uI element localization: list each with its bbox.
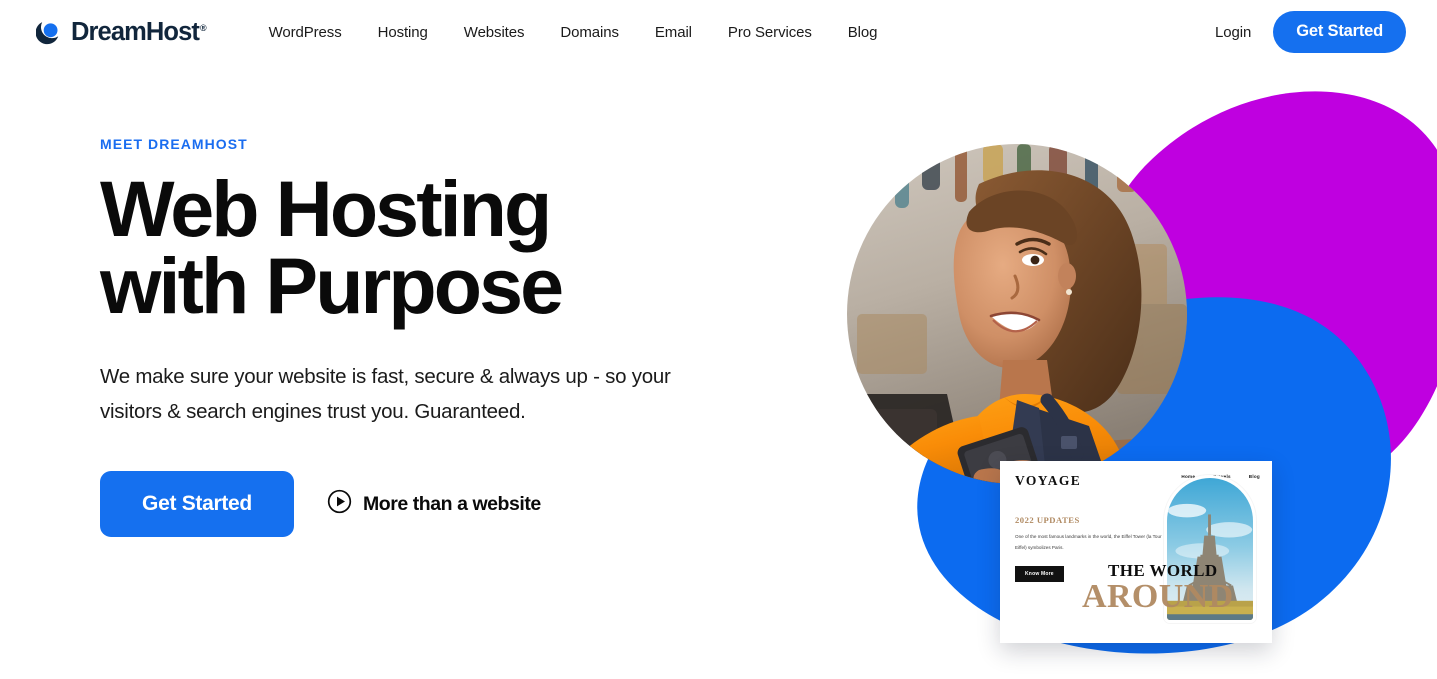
main-nav: WordPress Hosting Websites Domains Email…	[251, 17, 896, 48]
login-link[interactable]: Login	[1215, 24, 1251, 41]
header-get-started-button[interactable]: Get Started	[1273, 11, 1406, 53]
nav-item-hosting[interactable]: Hosting	[360, 17, 446, 48]
nav-item-pro-services[interactable]: Pro Services	[710, 17, 830, 48]
site-header: DreamHost® WordPress Hosting Websites Do…	[0, 0, 1437, 64]
nav-item-blog[interactable]: Blog	[830, 17, 896, 48]
voyage-card-kicker: 2022 UPDATES	[1015, 515, 1080, 525]
dreamhost-crescent-icon	[35, 19, 62, 45]
hero-cta-row: Get Started More than a website	[100, 471, 720, 538]
voyage-card-body: One of the most famous landmarks in the …	[1015, 534, 1162, 551]
voyage-website-card[interactable]: VOYAGE Home Travels Blog 2022 UPDATES On…	[1000, 461, 1272, 643]
dreamhost-wordmark: DreamHost®	[71, 18, 207, 46]
hero-copy: MEET DREAMHOST Web Hosting with Purpose …	[100, 136, 720, 538]
voyage-know-more-button[interactable]: Know More	[1015, 566, 1064, 582]
nav-item-domains[interactable]: Domains	[542, 17, 637, 48]
hero-title-line-2: with Purpose	[100, 241, 564, 331]
hero-get-started-button[interactable]: Get Started	[100, 471, 294, 538]
hero-section: VOYAGE Home Travels Blog 2022 UPDATES On…	[0, 64, 1437, 679]
more-than-a-website-link[interactable]: More than a website	[327, 489, 541, 519]
nav-item-websites[interactable]: Websites	[446, 17, 543, 48]
hero-subtitle: We make sure your website is fast, secur…	[100, 364, 671, 424]
voyage-nav-blog[interactable]: Blog	[1249, 474, 1260, 479]
play-circle-icon	[327, 489, 352, 519]
dreamhost-logo[interactable]: DreamHost®	[35, 18, 207, 46]
hero-title-line-1: Web Hosting	[100, 164, 552, 253]
hero-eyebrow: MEET DREAMHOST	[100, 136, 248, 152]
header-actions: Login Get Started	[1215, 11, 1406, 53]
page-title: Web Hosting with Purpose	[100, 169, 720, 325]
registered-mark: ®	[199, 22, 207, 33]
nav-item-email[interactable]: Email	[637, 17, 710, 48]
voyage-headline-bottom: AROUND	[1082, 578, 1234, 615]
nav-item-wordpress[interactable]: WordPress	[251, 17, 360, 48]
voyage-card-logo: VOYAGE	[1015, 473, 1082, 488]
more-than-a-website-label: More than a website	[363, 492, 541, 515]
